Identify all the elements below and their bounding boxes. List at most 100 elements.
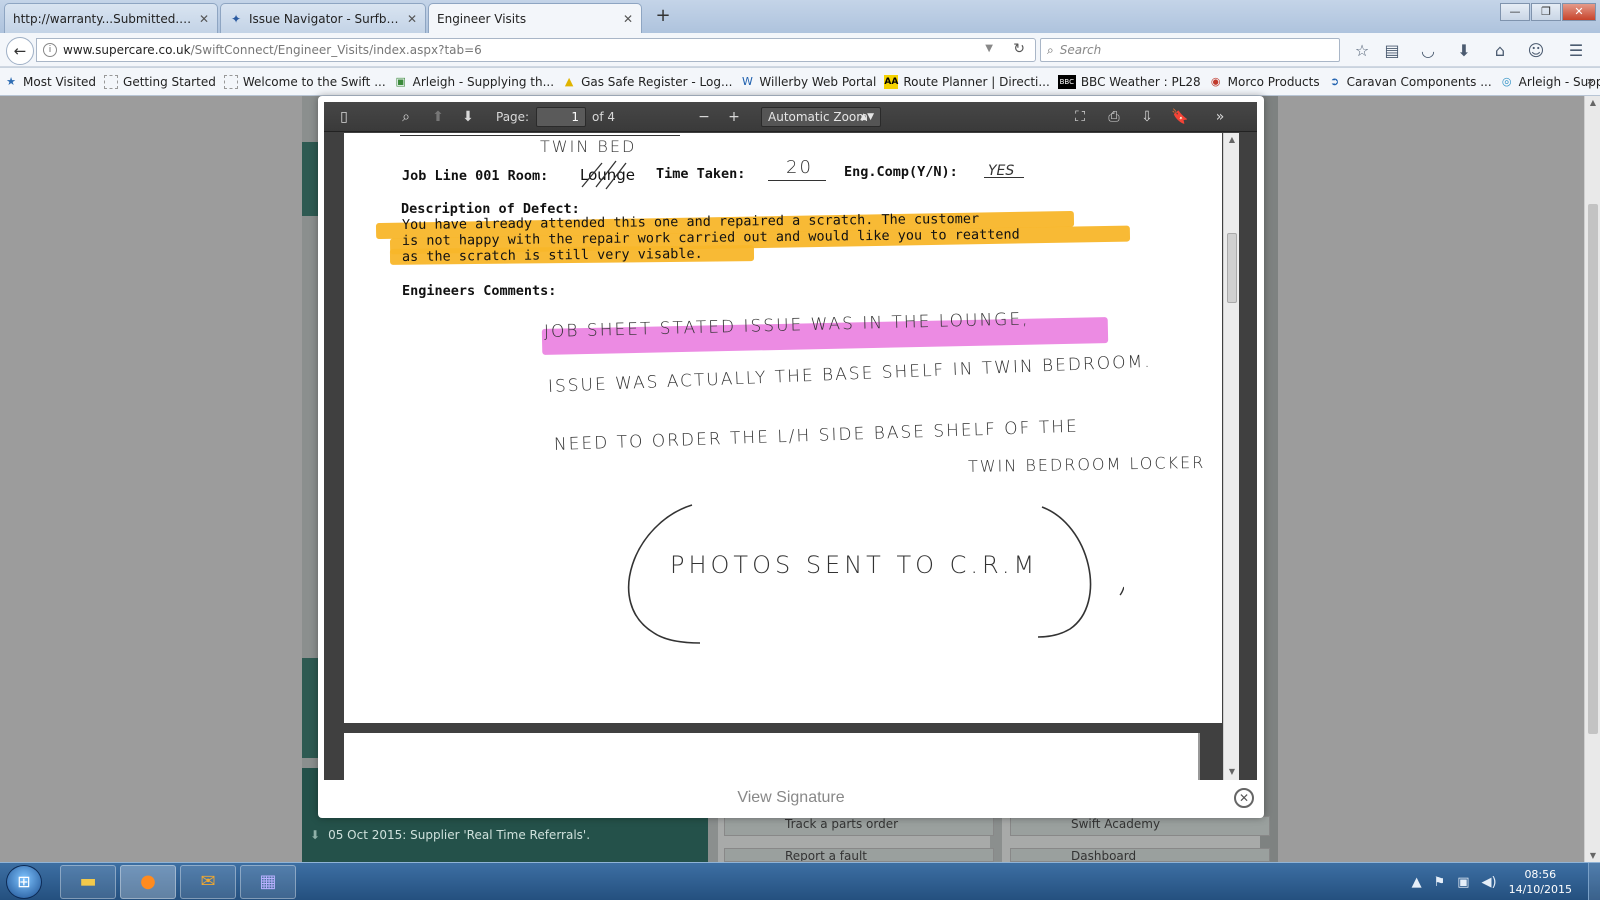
search-input[interactable]: ⌕ Search [1040,38,1340,62]
tab-warranty[interactable]: http://warranty...Submitted.aspx ✕ [4,3,218,33]
show-hidden-icons-icon[interactable]: ▲ [1412,875,1422,890]
bookmark-item[interactable]: ★ Most Visited [4,75,96,89]
tab-engineer-visits[interactable]: Engineer Visits ✕ [428,3,642,34]
scroll-down-icon[interactable]: ▼ [1585,851,1600,860]
print-icon[interactable]: ⎙ [1102,106,1126,128]
network-icon[interactable]: ▣ [1457,875,1469,890]
pdf-page-next [344,733,1200,780]
page-scrollbar[interactable]: ▲ ▼ [1584,96,1600,862]
tile-track-parts[interactable]: Track a parts order [724,816,994,836]
page-label: Page: [496,110,530,124]
comments-heading: Engineers Comments: [402,283,557,299]
calendar-app-icon[interactable]: ▦ [240,865,296,899]
bookmark-icon[interactable]: 🔖 [1168,106,1192,128]
bookmark-star-icon: ★ [6,74,16,88]
sidebar-toggle-icon[interactable]: ▯ [332,106,356,128]
page-number-input[interactable]: 1 [536,107,586,127]
divider-line [400,135,680,136]
close-tab-icon[interactable]: ✕ [623,12,633,26]
next-page-icon[interactable]: ⬇ [456,106,480,128]
reload-icon[interactable]: ↻ [1013,41,1025,57]
scrollbar-thumb[interactable] [1227,233,1237,303]
jira-icon: ✦ [230,11,242,26]
aa-icon: AA [884,74,899,89]
pocket-icon[interactable]: ◡ [1418,41,1438,61]
minimize-button[interactable]: — [1500,3,1530,21]
close-tab-icon[interactable]: ✕ [407,12,417,26]
volume-icon[interactable]: ◀) [1482,875,1497,890]
close-tab-icon[interactable]: ✕ [199,12,209,26]
bookmark-item[interactable]: ▲ Gas Safe Register - Log... [562,74,733,89]
tab-label: Issue Navigator - Surfbay C... [249,11,401,26]
pin-icon: ⬇ [310,828,321,842]
search-icon[interactable]: ⌕ [394,106,418,128]
close-window-button[interactable]: ✕ [1562,3,1596,21]
tile-dashboard[interactable]: Dashboard [1010,848,1270,862]
restore-button[interactable]: ❐ [1531,3,1561,21]
page-icon: . [223,74,238,89]
bookmark-item[interactable]: BBC BBC Weather : PL28 [1057,74,1201,89]
scroll-down-icon[interactable]: ▼ [1224,767,1240,776]
underline [768,180,826,181]
chevron-down-icon[interactable]: ▼ [985,43,993,54]
previous-page-icon[interactable]: ⬆ [426,106,450,128]
page-count: of 4 [592,110,616,124]
tile-label: Swift Academy [1071,817,1161,831]
bookmark-item[interactable]: . Getting Started [104,74,216,89]
handwritten-comment: ISSUE WAS ACTUALLY THE BASE SHELF IN TWI… [547,351,1152,397]
scroll-up-icon[interactable]: ▲ [1585,98,1600,107]
clock[interactable]: 08:56 14/10/2015 [1509,867,1572,897]
show-desktop-button[interactable] [1588,863,1600,900]
file-explorer-icon[interactable]: ▬ [60,865,116,899]
tab-issue-navigator[interactable]: ✦ Issue Navigator - Surfbay C... ✕ [220,3,426,33]
scroll-up-icon[interactable]: ▲ [1224,135,1240,144]
system-tray: ▲ ⚑ ▣ ◀) 08:56 14/10/2015 [1412,863,1600,900]
back-button[interactable]: ← [6,37,34,65]
signature-modal: ▯ ⌕ ⬆ ⬇ Page: 1 of 4 − + Automatic Zoom ▲… [318,96,1264,818]
tile-swift-academy[interactable]: Swift Academy [1010,816,1270,836]
bookmark-item[interactable]: . Welcome to the Swift ... [223,74,386,89]
reading-list-icon[interactable]: ▤ [1382,41,1402,61]
menu-icon[interactable]: ☰ [1566,41,1586,61]
bookmark-item[interactable]: AA Route Planner | Directi... [884,74,1050,89]
handwritten-note: PHOTOS SENT TO C.R.M [670,551,1039,579]
action-center-flag-icon[interactable]: ⚑ [1434,875,1446,890]
defect-line: as the scratch is still very visable. [401,245,703,265]
pdf-viewer: ▯ ⌕ ⬆ ⬇ Page: 1 of 4 − + Automatic Zoom ▲… [324,102,1257,780]
zoom-select[interactable]: Automatic Zoom ▲▼ [761,107,881,127]
bookmark-label: Welcome to the Swift ... [242,74,386,89]
time-taken-value: 20 [786,157,813,178]
new-tab-button[interactable]: + [652,6,674,28]
bookmark-item[interactable]: ▣ Arleigh - Supplying th... [394,75,554,89]
chevron-right-icon[interactable]: » [1587,74,1594,88]
tab-label: Engineer Visits [437,12,527,26]
gas-safe-icon: ▲ [564,74,574,88]
zoom-in-icon[interactable]: + [722,106,746,128]
tile-report-fault[interactable]: Report a fault [724,848,994,862]
outlook-icon[interactable]: ✉ [180,865,236,899]
bookmark-star-icon[interactable]: ☆ [1352,41,1372,61]
firefox-icon[interactable]: ● [120,865,176,899]
bookmark-item[interactable]: ➲ Caravan Components ... [1328,75,1492,89]
start-button[interactable]: ⊞ [6,865,42,899]
home-icon[interactable]: ⌂ [1490,41,1510,61]
tools-chevron-icon[interactable]: » [1208,106,1232,128]
bookmark-item[interactable]: ◎Arleigh - Supplying th... [1500,75,1600,89]
close-icon[interactable]: ✕ [1234,788,1254,808]
news-text: 05 Oct 2015: Supplier 'Real Time Referra… [328,828,591,842]
download-icon[interactable]: ⬇ [1454,41,1474,61]
bbc-icon: BBC [1057,74,1076,89]
bookmark-item[interactable]: ◉ Morco Products [1209,75,1320,89]
download-icon[interactable]: ⇩ [1135,106,1159,128]
scrollbar-thumb[interactable] [1588,204,1598,734]
chat-icon[interactable]: ☺ [1526,41,1546,61]
zoom-out-icon[interactable]: − [692,106,716,128]
pdf-scrollbar[interactable]: ▲ ▼ [1223,133,1239,780]
handwriting-twin-bed: TWIN BED [540,137,637,156]
url-bar[interactable]: i www.supercare.co.uk/SwiftConnect/Engin… [36,38,1036,62]
bookmark-label: Willerby Web Portal [759,74,877,89]
bookmark-item[interactable]: W Willerby Web Portal [740,75,876,89]
strikethrough-mark [581,160,627,190]
fullscreen-icon[interactable]: ⛶ [1068,106,1092,128]
news-item[interactable]: ⬇ 05 Oct 2015: Supplier 'Real Time Referr… [310,828,590,842]
